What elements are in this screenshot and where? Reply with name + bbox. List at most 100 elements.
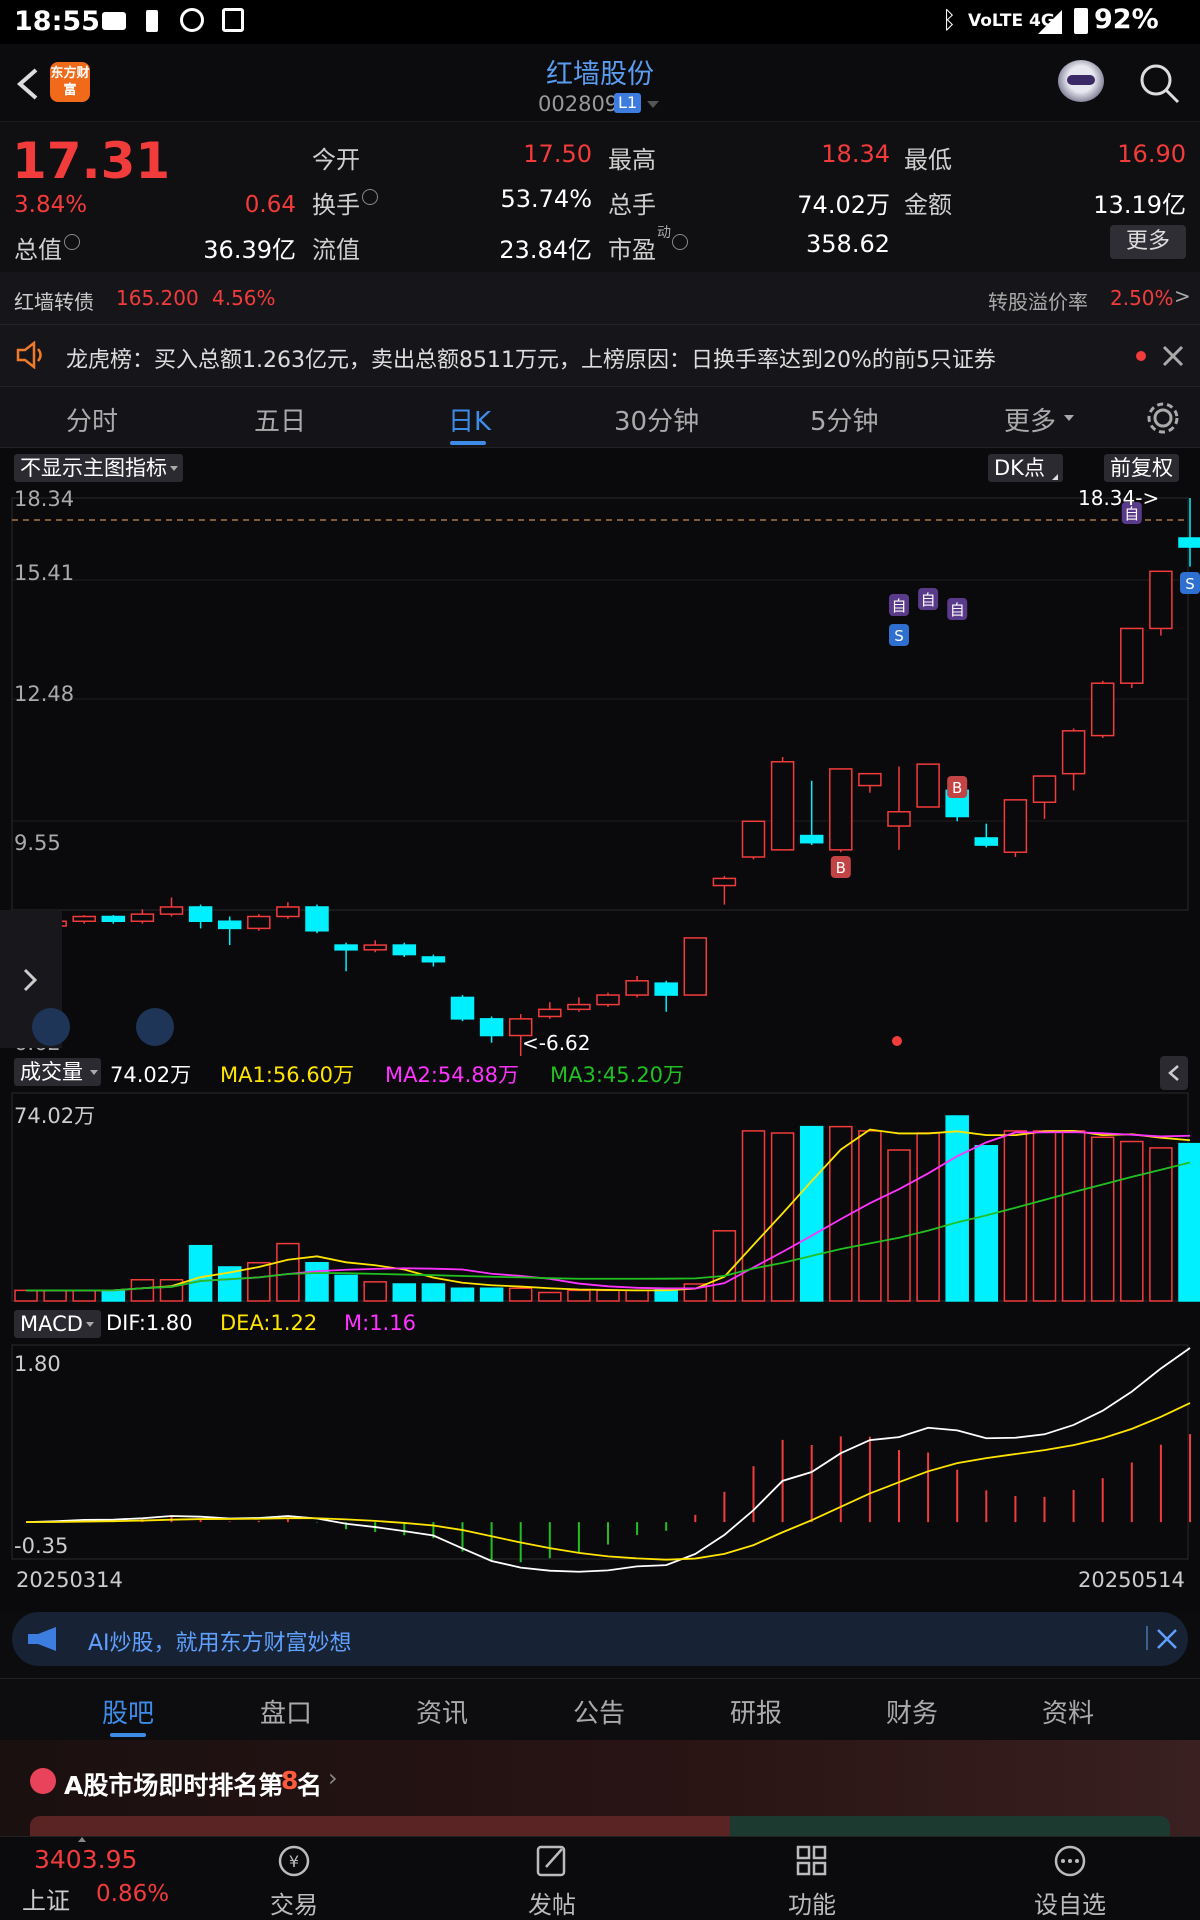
candlestick: [741, 820, 766, 858]
index-percent: 0.86%: [96, 1881, 170, 1907]
chevron-up-icon: [78, 1837, 86, 1842]
active-tab-indicator: [110, 1733, 146, 1737]
volume-bar: [1090, 1136, 1115, 1302]
candlestick: [799, 834, 824, 844]
candlestick: [916, 763, 940, 808]
candlestick: [479, 1018, 504, 1037]
chevron-down-icon[interactable]: [647, 101, 659, 108]
volume-bar: [567, 1289, 591, 1302]
volume-bar: [887, 1149, 911, 1302]
tab-5-minute[interactable]: 5分钟: [810, 401, 879, 438]
candlestick: [1120, 627, 1144, 684]
more-button[interactable]: 更多: [1110, 225, 1186, 259]
candlestick: [974, 837, 999, 846]
chevron-down-icon[interactable]: [90, 1070, 98, 1075]
candlestick: [392, 944, 417, 956]
tab-research[interactable]: 研报: [730, 1693, 782, 1730]
speaker-icon: [16, 341, 42, 369]
status-bar: 18:55 ᛒ VoLTE 4G 92%: [0, 0, 1200, 44]
event-dot: [892, 1036, 902, 1046]
fast-forward-icon[interactable]: [32, 1008, 70, 1046]
candlestick: [130, 913, 155, 923]
tab-announcements[interactable]: 公告: [573, 1693, 625, 1730]
start-date-label: 20250314: [16, 1568, 123, 1592]
tab-profile[interactable]: 资料: [1042, 1693, 1094, 1730]
nav-bar: 东方财富 红墙股份 002809 L1: [0, 44, 1200, 122]
chart-canvas[interactable]: 自自自自SSBB: [0, 448, 1200, 1612]
tab-finance[interactable]: 财务: [886, 1693, 938, 1730]
turnover-label: 换手: [312, 191, 360, 219]
fullscreen-icon[interactable]: [136, 1008, 174, 1046]
chevron-down-icon[interactable]: [1064, 415, 1074, 421]
message-icon: [102, 12, 126, 30]
level-badge[interactable]: L1: [614, 93, 642, 113]
close-icon[interactable]: [1156, 1628, 1178, 1650]
macd-dif: DIF:1.80: [106, 1311, 193, 1335]
dk-marker-label: B: [952, 779, 962, 797]
pe-label: 市盈: [608, 236, 656, 264]
volume-bar: [1032, 1130, 1057, 1302]
candlestick: [217, 920, 242, 930]
total-value-label: 总值: [14, 236, 62, 264]
robot-assistant-icon[interactable]: [1058, 60, 1104, 102]
svg-text:¥: ¥: [289, 1852, 299, 1871]
volume-bar: [14, 1289, 38, 1302]
gear-icon[interactable]: [1146, 401, 1180, 435]
volume-bar: [1120, 1140, 1144, 1302]
candlestick: [276, 906, 300, 918]
tab-more[interactable]: 更多: [1004, 401, 1056, 438]
dk-marker-label: 自: [950, 601, 965, 619]
close-icon[interactable]: [1162, 345, 1184, 367]
nav-trade[interactable]: ¥ 交易: [234, 1837, 354, 1920]
candlestick: [1178, 537, 1200, 548]
market-ranking-banner[interactable]: A股市场即时排名第 8 名 ›: [0, 1740, 1200, 1836]
macd-dea: DEA:1.22: [220, 1311, 318, 1335]
volume-bar: [625, 1289, 649, 1302]
candlestick: [188, 906, 213, 923]
pe-value: 358.62: [806, 230, 890, 258]
ai-promo-bar[interactable]: AI炒股，就用东方财富妙想: [12, 1612, 1188, 1666]
nav-functions[interactable]: 功能: [752, 1837, 872, 1920]
sentiment-bar-down: [730, 1816, 1170, 1836]
search-icon[interactable]: [1138, 62, 1182, 106]
index-value: 3403.95: [34, 1845, 138, 1874]
premium-value: 2.50%: [1110, 286, 1174, 310]
tab-five-day[interactable]: 五日: [254, 401, 306, 438]
chart-area[interactable]: 不显示主图指标 DK点 前复权 自自自自SSBB 18.34 15.41 12.…: [0, 448, 1200, 1612]
nav-add-watchlist[interactable]: 设自选: [1010, 1837, 1130, 1920]
y-tick-label: 18.34: [14, 487, 75, 511]
macd-panel-frame: [11, 1344, 1189, 1560]
volume-bar: [538, 1291, 562, 1302]
convertible-bond-row[interactable]: 红墙转债 165.200 4.56% 转股溢价率 2.50% >: [0, 272, 1200, 324]
candlestick: [421, 956, 446, 963]
volume-bar: [188, 1244, 213, 1302]
nav-post[interactable]: 发帖: [492, 1837, 612, 1920]
candlestick: [1149, 570, 1173, 630]
candlestick: [1032, 775, 1057, 803]
end-date-label: 20250514: [1078, 1568, 1185, 1592]
min-price-annotation: <-6.62: [522, 1031, 591, 1055]
info-icon[interactable]: [64, 234, 80, 250]
divider: [1146, 1626, 1148, 1650]
quote-panel: 17.31 3.84% 0.64 总值 36.39亿 今开 17.50 换手 5…: [0, 122, 1200, 272]
tab-daily-k[interactable]: 日K: [448, 401, 491, 438]
dk-marker-label: S: [894, 627, 904, 645]
dragon-tiger-notice[interactable]: 龙虎榜：买入总额1.263亿元，卖出总额8511万元，上榜原因：日换手率达到20…: [0, 324, 1200, 386]
info-icon[interactable]: [362, 189, 378, 205]
tab-orderbook[interactable]: 盘口: [260, 1693, 312, 1730]
candlestick: [101, 915, 126, 923]
tab-30-minute[interactable]: 30分钟: [614, 401, 699, 438]
nav-add-watchlist-label: 设自选: [1034, 1891, 1106, 1919]
info-icon[interactable]: [672, 234, 688, 250]
tab-intraday[interactable]: 分时: [66, 401, 118, 438]
signal-icon: [1038, 10, 1062, 34]
tab-news[interactable]: 资讯: [416, 1693, 468, 1730]
chevron-down-icon[interactable]: [86, 1322, 94, 1327]
candlestick: [247, 915, 271, 930]
collapse-panel-button[interactable]: [1160, 1056, 1188, 1090]
volume-bar: [829, 1125, 853, 1302]
candlestick: [858, 772, 882, 787]
volume-indicator-selector[interactable]: 成交量: [14, 1058, 101, 1086]
megaphone-icon: [28, 1627, 56, 1651]
tab-guba[interactable]: 股吧: [102, 1693, 154, 1730]
